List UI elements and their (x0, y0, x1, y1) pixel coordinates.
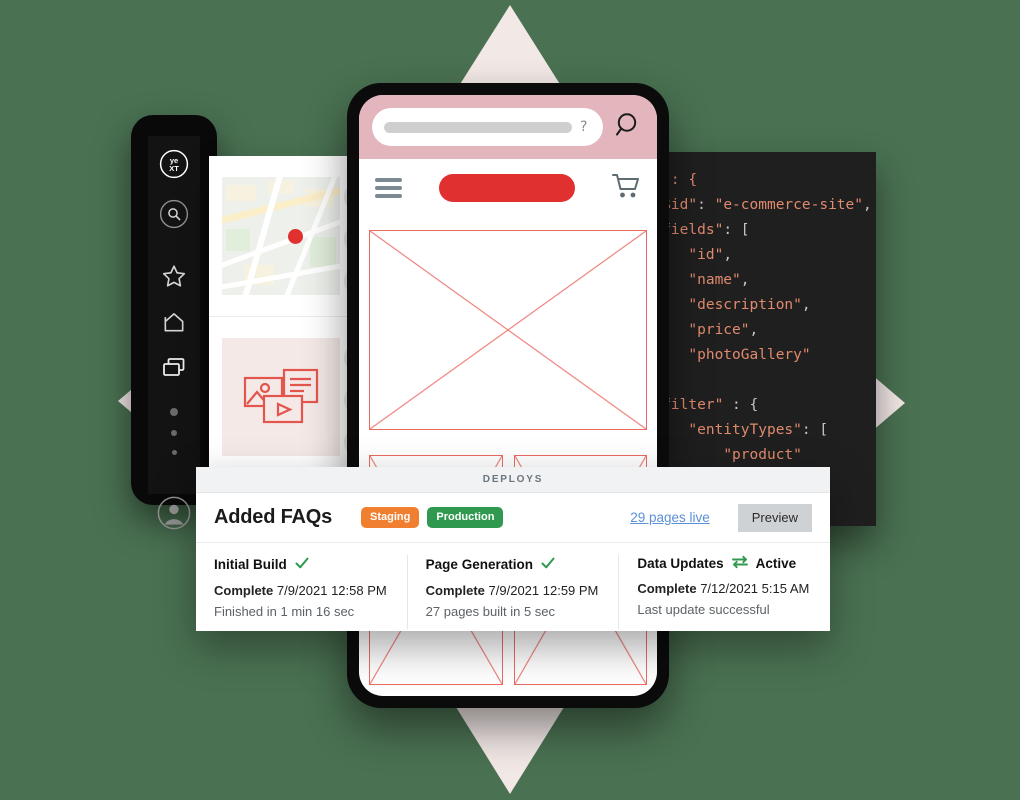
map-thumbnail (222, 177, 340, 295)
search-input-placeholder-bar (384, 121, 572, 133)
hamburger-icon[interactable] (375, 174, 402, 202)
home-icon[interactable] (161, 309, 187, 340)
magnifier-icon[interactable] (612, 109, 644, 146)
status-badge-production[interactable]: Production (427, 507, 504, 528)
status-badge-staging[interactable]: Staging (361, 507, 420, 528)
step-title: Page Generation (425, 557, 533, 572)
rail-dot-2 (171, 430, 177, 436)
deploy-step-data-updates: Data Updates Active Complete 7/12/2021 5… (618, 555, 830, 629)
sync-arrows-icon (731, 555, 749, 572)
search-hint-label: ? (580, 119, 588, 135)
step-title: Data Updates (637, 556, 724, 571)
deploys-title-row: Added FAQs Staging Production 29 pages l… (196, 493, 830, 543)
step-timestamp: 7/12/2021 5:15 AM (700, 581, 810, 596)
rail-top-section: ye XT (148, 136, 200, 248)
page-title: Added FAQs (214, 506, 333, 528)
deploy-steps: Initial Build Complete 7/9/2021 12:58 PM… (196, 543, 830, 629)
deploys-header-label: DEPLOYS (482, 474, 544, 485)
pages-icon[interactable] (159, 355, 189, 386)
map-pin-icon (288, 229, 303, 244)
app-sidebar-rail: ye XT (148, 136, 200, 530)
step-status-label: Active (755, 556, 797, 571)
check-icon (540, 555, 556, 574)
step-title: Initial Build (214, 557, 287, 572)
avatar-icon[interactable] (157, 496, 191, 535)
search-icon[interactable] (159, 199, 189, 234)
cta-button[interactable] (438, 174, 575, 202)
star-icon[interactable] (161, 263, 187, 294)
yext-logo-icon[interactable]: ye XT (159, 149, 189, 184)
rail-dot-3 (171, 450, 177, 455)
phone-search-bar: ? (359, 95, 657, 159)
illustration-stage: eam": { "$id": "e-commerce-site", "field… (0, 0, 1020, 800)
shopping-cart-icon[interactable] (611, 172, 641, 205)
step-detail: Last update successful (637, 602, 770, 617)
step-detail: 27 pages built in 5 sec (425, 604, 556, 619)
step-timestamp: 7/9/2021 12:58 PM (276, 583, 387, 598)
preview-button[interactable]: Preview (737, 503, 812, 532)
svg-text:XT: XT (169, 164, 179, 173)
phone-nav-bar (359, 159, 657, 217)
step-detail: Finished in 1 min 16 sec (214, 604, 355, 619)
deploy-step-page-generation: Page Generation Complete 7/9/2021 12:59 … (406, 555, 619, 629)
deploys-card: DEPLOYS Added FAQs Staging Production 29… (196, 467, 830, 631)
step-state: Complete (637, 581, 697, 596)
rail-middle-section (148, 248, 200, 479)
pages-live-link[interactable]: 29 pages live (630, 510, 710, 525)
rail-bottom-section (148, 479, 200, 535)
environment-badges: Staging Production (361, 507, 504, 528)
check-icon (294, 555, 310, 574)
deploys-card-header: DEPLOYS (196, 467, 830, 493)
rail-dot-1 (170, 408, 178, 416)
code-block: eam": { "$id": "e-commerce-site", "field… (650, 172, 872, 488)
deploy-step-initial-build: Initial Build Complete 7/9/2021 12:58 PM… (196, 555, 407, 629)
step-state: Complete (214, 583, 274, 598)
wireframe-hero-block (369, 230, 647, 430)
step-state: Complete (425, 583, 485, 598)
search-input[interactable]: ? (372, 108, 603, 146)
step-timestamp: 7/9/2021 12:59 PM (488, 583, 599, 598)
media-thumbnail (222, 338, 340, 456)
